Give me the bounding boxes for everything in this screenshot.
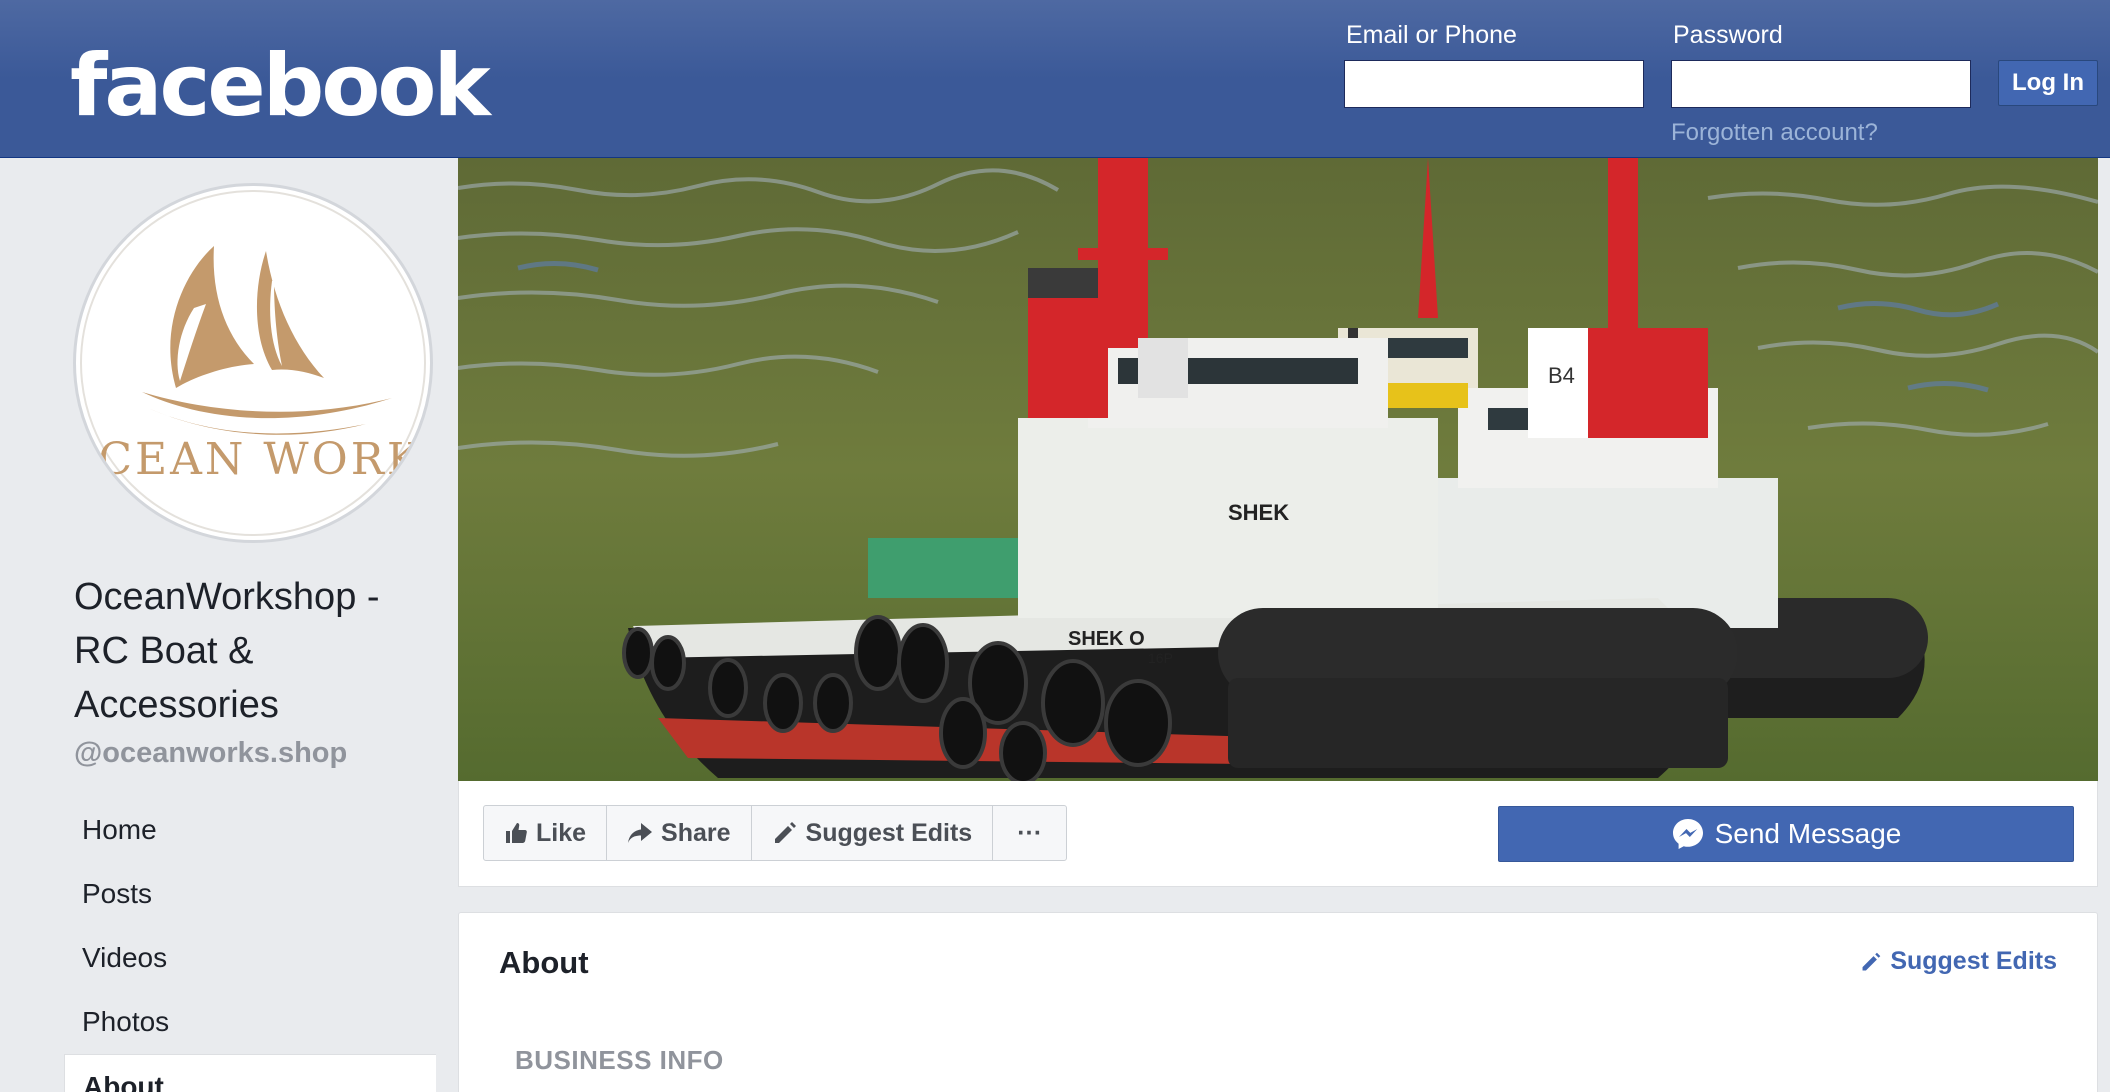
nav-item-posts[interactable]: Posts bbox=[64, 862, 436, 926]
action-button-group: Like Share Suggest Edits ··· bbox=[483, 805, 1068, 861]
about-card: About Suggest Edits BUSINESS INFO bbox=[458, 912, 2098, 1092]
thumbs-up-icon bbox=[506, 823, 527, 843]
email-input[interactable] bbox=[1344, 60, 1644, 108]
messenger-icon bbox=[1672, 819, 1703, 849]
nav-item-photos[interactable]: Photos bbox=[64, 990, 436, 1054]
facebook-logo[interactable]: facebook bbox=[70, 36, 491, 136]
nav-item-videos[interactable]: Videos bbox=[64, 926, 436, 990]
nav-item-about[interactable]: About bbox=[64, 1054, 436, 1092]
page-action-bar: Like Share Suggest Edits ··· Send Messag… bbox=[458, 781, 2098, 887]
stack-number-text: B4 bbox=[1548, 363, 1575, 388]
send-message-label: Send Message bbox=[1714, 818, 1902, 849]
tugboats-cover-image: B4 SHEK SHEK O 16P bbox=[458, 158, 2098, 781]
like-button[interactable]: Like bbox=[484, 806, 608, 860]
about-suggest-edits-label: Suggest Edits bbox=[1890, 947, 2057, 975]
suggest-edits-button[interactable]: Suggest Edits bbox=[752, 806, 994, 860]
top-navigation-bar: facebook Email or Phone Password Log In … bbox=[0, 0, 2110, 158]
password-input[interactable] bbox=[1671, 60, 1971, 108]
avatar-brand-text: OCEAN WORK bbox=[76, 434, 423, 485]
pencil-icon bbox=[1862, 952, 1881, 970]
pencil-icon bbox=[774, 822, 796, 843]
page-handle[interactable]: @oceanworks.shop bbox=[74, 733, 347, 773]
sailboat-logo-icon: OCEAN WORK bbox=[76, 190, 426, 536]
about-suggest-edits-link[interactable]: Suggest Edits bbox=[1860, 947, 2057, 976]
cover-photo[interactable]: B4 SHEK SHEK O 16P bbox=[458, 158, 2098, 781]
login-button[interactable]: Log In bbox=[1998, 60, 2098, 106]
business-info-heading: BUSINESS INFO bbox=[515, 1045, 724, 1075]
like-label: Like bbox=[536, 818, 587, 847]
bridge-name-text: SHEK bbox=[1228, 500, 1289, 525]
share-arrow-icon bbox=[628, 823, 653, 843]
email-label: Email or Phone bbox=[1346, 21, 1517, 49]
hull-name-text: SHEK O bbox=[1068, 628, 1145, 650]
page-navigation: Home Posts Videos Photos About bbox=[64, 798, 436, 1092]
password-label: Password bbox=[1673, 21, 1783, 49]
suggest-edits-label: Suggest Edits bbox=[805, 818, 973, 847]
more-options-button[interactable]: ··· bbox=[993, 806, 1066, 860]
send-message-button[interactable]: Send Message bbox=[1498, 806, 2074, 862]
about-title: About bbox=[499, 945, 589, 980]
more-dots-icon: ··· bbox=[1017, 818, 1043, 847]
profile-picture[interactable]: OCEAN WORK bbox=[73, 183, 433, 543]
hull-number-text: 16P bbox=[1148, 650, 1173, 666]
forgot-account-link[interactable]: Forgotten account? bbox=[1671, 118, 1878, 148]
share-button[interactable]: Share bbox=[607, 806, 752, 860]
nav-item-home[interactable]: Home bbox=[64, 798, 436, 862]
share-label: Share bbox=[661, 818, 731, 847]
page-name[interactable]: OceanWorkshop - RC Boat & Accessories bbox=[74, 570, 404, 732]
